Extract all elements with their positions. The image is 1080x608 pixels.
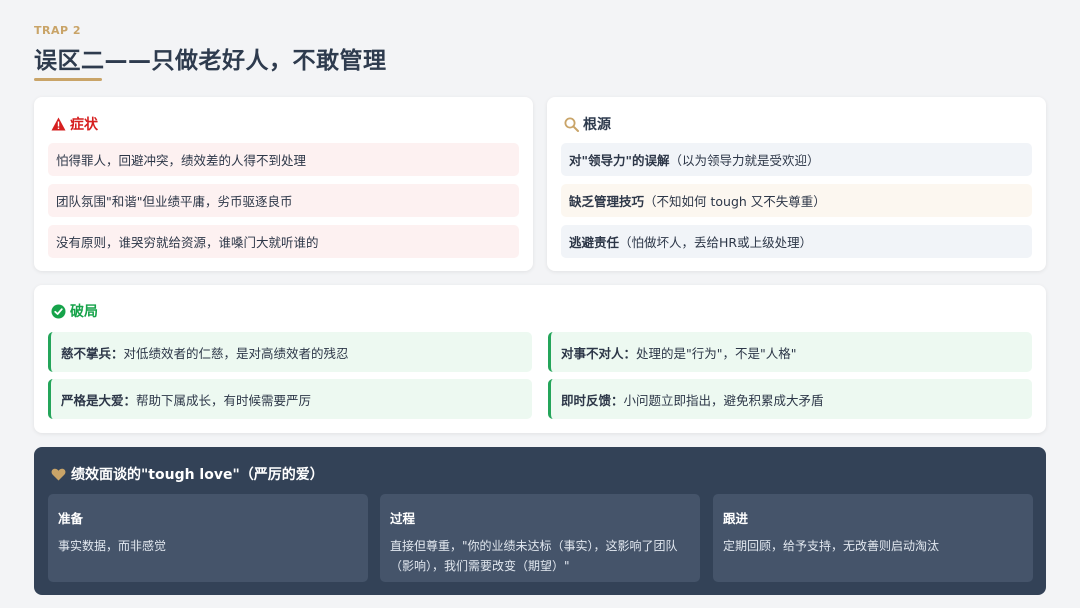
solution-item: 严格是大爱： 帮助下属成长，有时候需要严厉 <box>48 379 532 419</box>
heart-icon <box>50 466 66 482</box>
solution-item-text: 小问题立即指出，避免积累成大矛盾 <box>623 392 824 408</box>
symptoms-heading: 症状 <box>50 114 98 134</box>
roots-card: 根源 对"领导力"的误解 （以为领导力就是受欢迎） 缺乏管理技巧 （不知如何 tou… <box>547 97 1046 271</box>
search-icon <box>563 116 579 132</box>
solution-item: 即时反馈： 小问题立即指出，避免积累成大矛盾 <box>548 379 1032 419</box>
solutions-title: 破局 <box>70 304 98 320</box>
step-title: 跟进 <box>723 511 749 526</box>
solutions-card: 破局 慈不掌兵： 对低绩效者的仁慈，是对高绩效者的残忍 对事不对人： 处理的是"行为… <box>34 285 1046 433</box>
symptom-item: 怕得罪人，回避冲突，绩效差的人得不到处理 <box>48 143 519 176</box>
solution-item: 对事不对人： 处理的是"行为"，不是"人格" <box>548 332 1032 372</box>
root-item-text: （以为领导力就是受欢迎） <box>669 153 820 168</box>
root-item-text: （怕做坏人，丢给HR或上级处理） <box>619 235 813 250</box>
solution-item-text: 处理的是"行为"，不是"人格" <box>636 345 797 361</box>
page-title: 误区二——只做老好人，不敢管理 <box>34 48 387 74</box>
root-item-bold: 对"领导力"的误解 <box>569 153 670 168</box>
symptoms-title: 症状 <box>70 117 98 133</box>
solutions-heading: 破局 <box>50 301 98 321</box>
step-card-process: 过程 直接但尊重，"你的业绩未达标（事实），这影响了团队（影响），我们需要改变（… <box>380 494 700 582</box>
page-kicker: TRAP 2 <box>34 24 82 37</box>
roots-heading: 根源 <box>563 114 611 134</box>
title-underline <box>34 78 102 81</box>
warning-icon <box>50 116 66 132</box>
symptom-item: 团队氛围"和谐"但业绩平庸，劣币驱逐良币 <box>48 184 519 217</box>
solution-item-bold: 严格是大爱： <box>61 392 137 408</box>
root-item: 逃避责任 （怕做坏人，丢给HR或上级处理） <box>561 225 1032 258</box>
step-text: 定期回顾，给予支持，无改善则启动淘汰 <box>723 539 940 553</box>
solution-item-bold: 对事不对人： <box>561 345 637 361</box>
page-header: TRAP 2 误区二——只做老好人，不敢管理 <box>34 24 387 75</box>
tough-love-heading: 绩效面谈的"tough love"（严厉的爱） <box>50 464 324 484</box>
solution-item-bold: 慈不掌兵： <box>61 345 124 361</box>
root-item-bold: 逃避责任 <box>569 235 620 250</box>
solution-item-bold: 即时反馈： <box>561 392 624 408</box>
step-text: 直接但尊重，"你的业绩未达标（事实），这影响了团队（影响），我们需要改变（期望）… <box>390 539 678 573</box>
solution-item-text: 帮助下属成长，有时候需要严厉 <box>136 392 312 408</box>
step-text: 事实数据，而非感觉 <box>58 539 167 553</box>
root-item: 缺乏管理技巧 （不知如何 tough 又不失尊重） <box>561 184 1032 217</box>
step-card-follow-up: 跟进 定期回顾，给予支持，无改善则启动淘汰 <box>713 494 1033 582</box>
symptom-item: 没有原则，谁哭穷就给资源，谁嗓门大就听谁的 <box>48 225 519 258</box>
step-title: 准备 <box>58 511 84 526</box>
symptoms-card: 症状 怕得罪人，回避冲突，绩效差的人得不到处理 团队氛围"和谐"但业绩平庸，劣币… <box>34 97 533 271</box>
solution-item-text: 对低绩效者的仁慈，是对高绩效者的残忍 <box>123 345 349 361</box>
tough-love-panel: 绩效面谈的"tough love"（严厉的爱） 准备 事实数据，而非感觉 过程 … <box>34 447 1046 595</box>
check-circle-icon <box>50 303 66 319</box>
roots-title: 根源 <box>583 117 611 133</box>
step-title: 过程 <box>390 511 416 526</box>
tough-love-title: 绩效面谈的"tough love"（严厉的爱） <box>71 467 324 483</box>
solution-item: 慈不掌兵： 对低绩效者的仁慈，是对高绩效者的残忍 <box>48 332 532 372</box>
root-item: 对"领导力"的误解 （以为领导力就是受欢迎） <box>561 143 1032 176</box>
root-item-text: （不知如何 tough 又不失尊重） <box>644 194 826 209</box>
root-item-bold: 缺乏管理技巧 <box>569 194 645 209</box>
step-card-prepare: 准备 事实数据，而非感觉 <box>48 494 368 582</box>
